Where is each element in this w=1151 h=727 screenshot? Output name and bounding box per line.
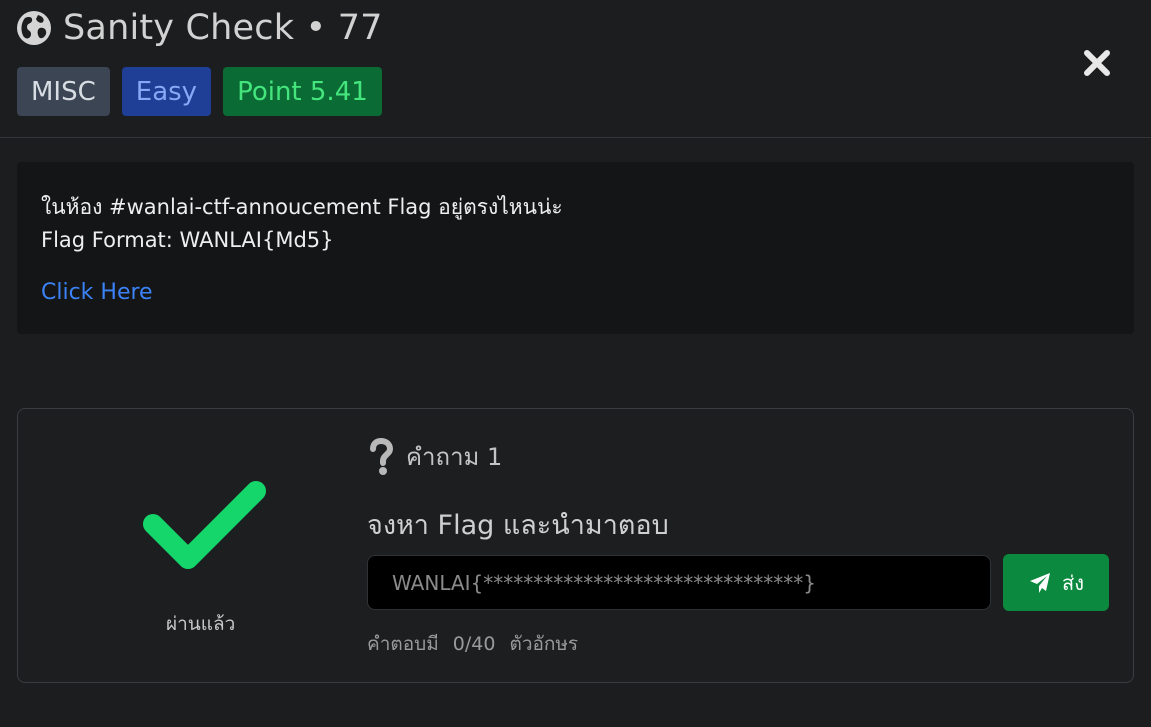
close-icon[interactable]: [1080, 46, 1114, 80]
category-badge: MISC: [17, 67, 110, 116]
question-number: คำถาม 1: [406, 443, 503, 471]
difficulty-badge: Easy: [121, 67, 212, 116]
click-here-link[interactable]: Click Here: [41, 280, 153, 305]
points-badge: Point 5.41: [223, 67, 382, 116]
count-value: 0/40: [452, 633, 496, 655]
count-prefix: คำตอบมี: [367, 633, 439, 655]
challenge-description: ในห้อง #wanlai-ctf-annoucement Flag อยู่…: [17, 162, 1134, 334]
submit-button[interactable]: ส่ง: [1003, 554, 1109, 611]
send-icon: [1030, 572, 1050, 593]
title-row: Sanity Check • 77: [16, 8, 383, 48]
character-count: คำตอบมี 0/40 ตัวอักษร: [367, 629, 586, 659]
count-suffix: ตัวอักษร: [509, 633, 579, 655]
challenge-title: Sanity Check • 77: [63, 8, 383, 48]
question-header: คำถาม 1: [368, 437, 502, 476]
challenge-header: Sanity Check • 77 MISC Easy Point 5.41: [0, 0, 1151, 138]
flag-format-line: Flag Format: WANLAI{Md5}: [41, 228, 334, 252]
question-icon: [370, 437, 394, 475]
question-card: ผ่านแล้ว คำถาม 1 จงหา Flag และนำมาตอบ ส่…: [17, 408, 1134, 683]
checkmark-icon: [143, 481, 266, 569]
question-text: จงหา Flag และนำมาตอบ: [367, 510, 669, 541]
flag-answer-input[interactable]: [367, 555, 991, 610]
challenge-badges: MISC Easy Point 5.41: [17, 67, 382, 116]
submit-label: ส่ง: [1062, 570, 1084, 595]
description-line-1: ในห้อง #wanlai-ctf-annoucement Flag อยู่…: [41, 195, 563, 219]
passed-status: ผ่านแล้ว: [166, 613, 236, 635]
globe-icon: [17, 11, 51, 45]
